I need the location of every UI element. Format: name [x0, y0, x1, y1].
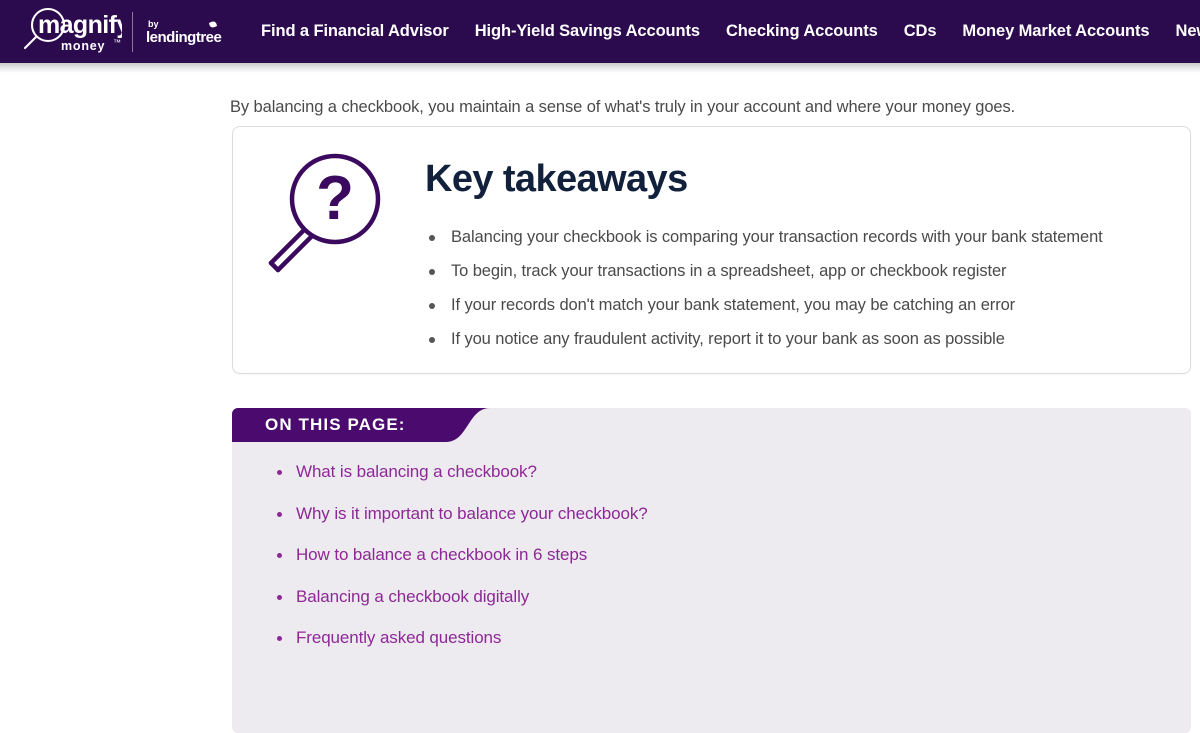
on-this-page-list-item: Frequently asked questions: [268, 627, 648, 649]
top-navigation-bar: magnify money ™ by lendingtree Find a Fi…: [0, 0, 1200, 63]
intro-paragraph: By balancing a checkbook, you maintain a…: [230, 97, 1016, 116]
by-lendingtree-logo[interactable]: by lendingtree: [146, 15, 242, 49]
primary-nav-links: Find a Financial Advisor High-Yield Savi…: [261, 16, 1200, 47]
key-takeaways-title: Key takeaways: [425, 158, 688, 200]
on-this-page-panel: ON THIS PAGE: What is balancing a checkb…: [232, 408, 1191, 733]
navbar-shadow: [0, 63, 1200, 73]
nav-item-cds[interactable]: CDs: [904, 16, 937, 47]
on-this-page-link-what-is-balancing-a-checkbook[interactable]: What is balancing a checkbook?: [296, 462, 537, 481]
on-this-page-ribbon: ON THIS PAGE:: [232, 408, 492, 442]
on-this-page-list-item: Balancing a checkbook digitally: [268, 586, 648, 608]
brand-divider: [132, 11, 133, 52]
nav-item-checking-accounts[interactable]: Checking Accounts: [726, 16, 878, 47]
on-this-page-link-how-to-balance-in-6-steps[interactable]: How to balance a checkbook in 6 steps: [296, 545, 587, 564]
svg-text:magnify: magnify: [38, 11, 122, 39]
nav-item-high-yield-savings-accounts[interactable]: High-Yield Savings Accounts: [475, 16, 700, 47]
on-this-page-link-why-is-it-important[interactable]: Why is it important to balance your chec…: [296, 504, 648, 523]
on-this-page-list-item: How to balance a checkbook in 6 steps: [268, 544, 648, 566]
nav-item-find-a-financial-advisor[interactable]: Find a Financial Advisor: [261, 16, 449, 47]
key-takeaways-card: ? Key takeaways Balancing your checkbook…: [232, 126, 1191, 374]
on-this-page-list-item: What is balancing a checkbook?: [268, 461, 648, 483]
on-this-page-list-item: Why is it important to balance your chec…: [268, 503, 648, 525]
key-takeaway-item: If you notice any fraudulent activity, r…: [425, 329, 1170, 350]
magnify-money-logo[interactable]: magnify money ™: [14, 7, 122, 57]
brand-logo-group[interactable]: magnify money ™ by lendingtree: [0, 0, 242, 63]
key-takeaways-list: Balancing your checkbook is comparing yo…: [425, 227, 1170, 350]
on-this-page-link-frequently-asked-questions[interactable]: Frequently asked questions: [296, 628, 501, 647]
svg-text:by: by: [148, 19, 159, 29]
key-takeaway-item: Balancing your checkbook is comparing yo…: [425, 227, 1170, 248]
on-this-page-label: ON THIS PAGE:: [265, 415, 406, 434]
nav-item-news[interactable]: News: [1176, 16, 1200, 47]
on-this-page-link-list: What is balancing a checkbook? Why is it…: [268, 461, 648, 669]
svg-text:money: money: [61, 39, 105, 53]
svg-text:?: ?: [316, 164, 354, 233]
magnifying-glass-question-icon: ?: [268, 153, 381, 273]
key-takeaway-item: To begin, track your transactions in a s…: [425, 261, 1170, 282]
on-this-page-link-balancing-digitally[interactable]: Balancing a checkbook digitally: [296, 587, 529, 606]
svg-text:lendingtree: lendingtree: [146, 29, 222, 46]
svg-text:™: ™: [113, 38, 121, 47]
key-takeaways-icon-wrap: ?: [253, 143, 393, 350]
key-takeaway-item: If your records don't match your bank st…: [425, 295, 1170, 316]
nav-item-money-market-accounts[interactable]: Money Market Accounts: [962, 16, 1149, 47]
